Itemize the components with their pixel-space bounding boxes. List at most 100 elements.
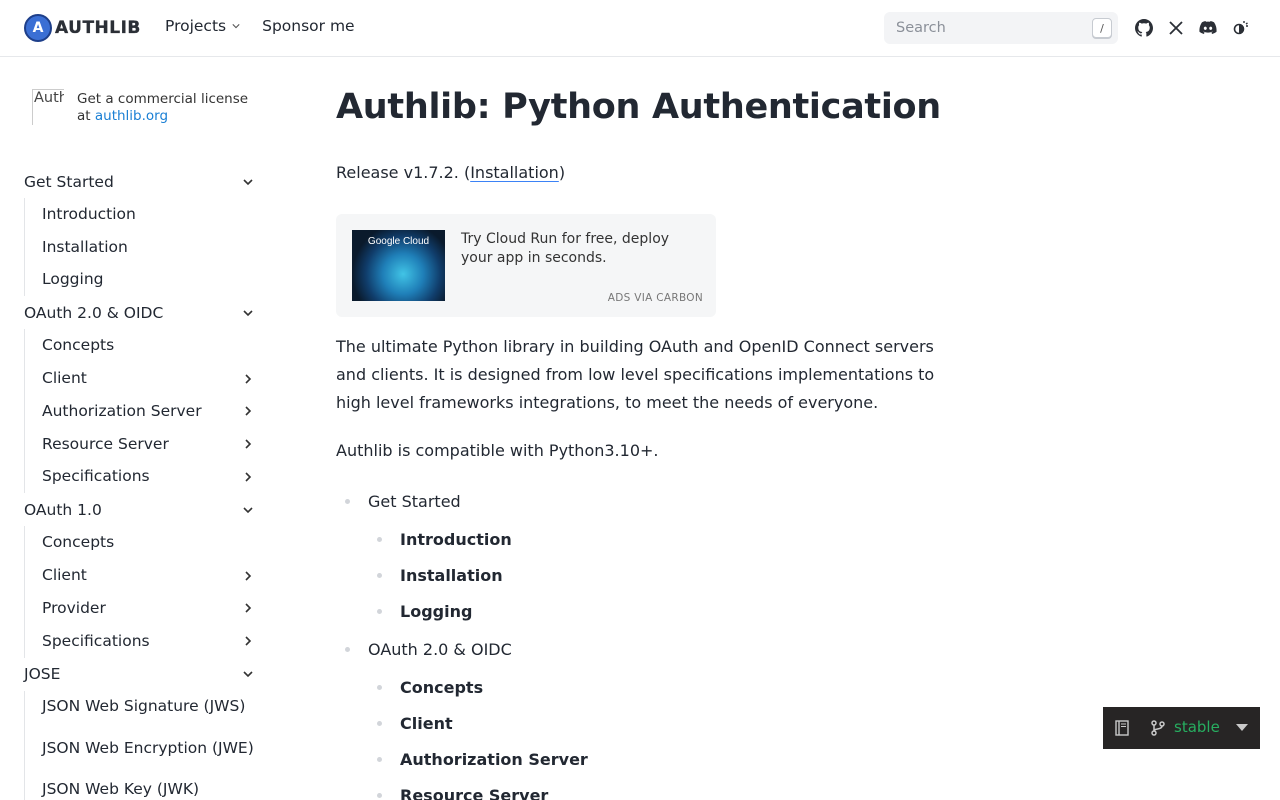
nav-projects-label: Projects xyxy=(165,17,227,35)
sidebar-item-label: Logging xyxy=(42,270,104,289)
sidebar-item[interactable]: Provider xyxy=(42,592,256,625)
toc-subitem-label: Resource Server xyxy=(400,785,549,800)
toc-subitem[interactable]: Logging xyxy=(336,593,956,629)
carbon-ad-image[interactable]: Google Cloud xyxy=(352,230,445,301)
sidebar-item-label: JSON Web Encryption (JWE) xyxy=(42,738,254,757)
sidebar-section[interactable]: OAuth 2.0 & OIDC xyxy=(24,296,256,329)
github-icon[interactable] xyxy=(1134,18,1154,38)
top-header: A AUTHLIB Projects Sponsor me / xyxy=(0,0,1280,57)
sidebar-subitems: Concepts Client Provider Specifications xyxy=(24,526,256,658)
chevron-down-icon[interactable] xyxy=(242,176,254,188)
toc-subitem[interactable]: Installation xyxy=(336,557,956,593)
sidebar-item-label: JSON Web Signature (JWS) xyxy=(42,697,246,716)
sidebar-item[interactable]: Installation xyxy=(42,231,256,264)
chevron-down-icon[interactable] xyxy=(242,504,254,516)
sidebar-subitems: Introduction Installation Logging xyxy=(24,198,256,297)
toc-subitem-label: Concepts xyxy=(400,677,484,697)
sidebar-subitems: Concepts Client Authorization Server Resour… xyxy=(24,329,256,494)
version-switcher[interactable]: stable xyxy=(1103,707,1260,749)
compat-paragraph: Authlib is compatible with Python3.10+. xyxy=(336,441,659,460)
carbon-ad[interactable]: Google Cloud Try Cloud Run for free, dep… xyxy=(336,214,716,317)
sidebar-item[interactable]: Specifications xyxy=(42,625,256,658)
sidebar-item-label: Client xyxy=(42,566,87,585)
sidebar-subitems: JSON Web Signature (JWS) JSON Web Encrypt… xyxy=(24,690,256,800)
chevron-right-icon[interactable] xyxy=(242,635,254,647)
discord-icon[interactable] xyxy=(1198,18,1218,38)
sidebar-section-label: JOSE xyxy=(24,665,61,684)
sponsor-text: Get a commercial license at authlib.org xyxy=(77,91,257,125)
sidebar-tree: Get Started Introduction Installation Loggi… xyxy=(24,165,256,800)
sidebar: Auth Get a commercial license at authlib… xyxy=(0,57,272,800)
sidebar-item[interactable]: Introduction xyxy=(42,198,256,231)
carbon-ad-image-label: Google Cloud xyxy=(367,236,430,247)
sidebar-item[interactable]: Client xyxy=(42,559,256,592)
sidebar-item-label: Specifications xyxy=(42,631,150,650)
sidebar-section[interactable]: JOSE xyxy=(24,658,256,691)
chevron-right-icon[interactable] xyxy=(242,570,254,582)
logo-wordmark: AUTHLIB xyxy=(55,18,141,38)
toc-subitem-label: Introduction xyxy=(400,529,512,549)
chevron-right-icon[interactable] xyxy=(242,373,254,385)
authlib-logo[interactable]: A AUTHLIB xyxy=(24,14,141,42)
sidebar-item[interactable]: JSON Web Key (JWK) xyxy=(42,773,256,800)
installation-link[interactable]: Installation xyxy=(470,163,559,182)
nav-sponsor-label: Sponsor me xyxy=(262,17,355,35)
toc-subitem[interactable]: Client xyxy=(336,705,956,741)
sidebar-section[interactable]: Get Started xyxy=(24,165,256,198)
sponsor-image[interactable]: Auth xyxy=(32,89,64,125)
toc-subitem-label: Installation xyxy=(400,565,503,585)
carbon-ad-via[interactable]: ADS VIA CARBON xyxy=(608,292,703,304)
sidebar-item-label: Specifications xyxy=(42,467,150,486)
toc-subitem[interactable]: Resource Server xyxy=(336,777,956,800)
top-nav: Projects Sponsor me xyxy=(165,17,377,35)
sidebar-item[interactable]: JSON Web Signature (JWS) xyxy=(42,691,256,724)
toc-subitem-label: Client xyxy=(400,713,453,733)
caret-down-icon xyxy=(1236,724,1248,731)
chevron-right-icon[interactable] xyxy=(242,438,254,450)
search-shortcut-key: / xyxy=(1092,18,1112,38)
sidebar-item[interactable]: Authorization Server xyxy=(42,395,256,428)
toc-subitem[interactable]: Introduction xyxy=(336,521,956,557)
sidebar-item[interactable]: Resource Server xyxy=(42,428,256,461)
toc-item[interactable]: OAuth 2.0 & OIDC xyxy=(336,629,956,669)
theme-toggle-icon[interactable] xyxy=(1230,18,1250,38)
toc-item[interactable]: Get Started xyxy=(336,481,956,521)
nav-projects[interactable]: Projects xyxy=(165,17,240,35)
sidebar-item[interactable]: Logging xyxy=(42,264,256,297)
toc-subitem[interactable]: Authorization Server xyxy=(336,741,956,777)
chevron-down-icon[interactable] xyxy=(242,668,254,680)
toc-subitem-label: Logging xyxy=(400,601,473,621)
search-box[interactable]: / xyxy=(884,12,1118,44)
sidebar-item[interactable]: Client xyxy=(42,362,256,395)
git-branch-icon xyxy=(1151,720,1165,736)
x-icon[interactable] xyxy=(1166,18,1186,38)
sponsor-link[interactable]: authlib.org xyxy=(95,108,168,124)
sidebar-section-label: OAuth 1.0 xyxy=(24,500,102,519)
sidebar-item[interactable]: Specifications xyxy=(42,461,256,494)
sidebar-section-label: Get Started xyxy=(24,172,114,191)
chevron-down-icon[interactable] xyxy=(242,307,254,319)
toc-item-label: OAuth 2.0 & OIDC xyxy=(368,639,512,659)
sidebar-section-label: OAuth 2.0 & OIDC xyxy=(24,303,164,322)
sidebar-item-label: Concepts xyxy=(42,533,115,552)
nav-sponsor[interactable]: Sponsor me xyxy=(262,17,354,35)
logo-mark: A xyxy=(24,14,52,42)
sidebar-section[interactable]: OAuth 1.0 xyxy=(24,493,256,526)
chevron-right-icon[interactable] xyxy=(242,602,254,614)
chevron-down-icon xyxy=(232,24,240,29)
toc-item-label: Get Started xyxy=(368,491,461,511)
search-input[interactable] xyxy=(884,12,1118,44)
chevron-right-icon[interactable] xyxy=(242,471,254,483)
sidebar-item-label: Resource Server xyxy=(42,434,169,453)
version-label: stable xyxy=(1174,718,1220,736)
release-line: Release v1.7.2. (Installation) xyxy=(336,163,565,182)
carbon-ad-text[interactable]: Try Cloud Run for free, deploy your app … xyxy=(461,230,701,268)
header-icons xyxy=(1134,18,1262,38)
toc-subitem[interactable]: Concepts xyxy=(336,669,956,705)
sidebar-item[interactable]: Concepts xyxy=(42,526,256,559)
sidebar-item-label: Introduction xyxy=(42,204,136,223)
sidebar-item-label: Client xyxy=(42,369,87,388)
sidebar-item[interactable]: Concepts xyxy=(42,329,256,362)
chevron-right-icon[interactable] xyxy=(242,405,254,417)
sidebar-item[interactable]: JSON Web Encryption (JWE) xyxy=(42,723,256,773)
